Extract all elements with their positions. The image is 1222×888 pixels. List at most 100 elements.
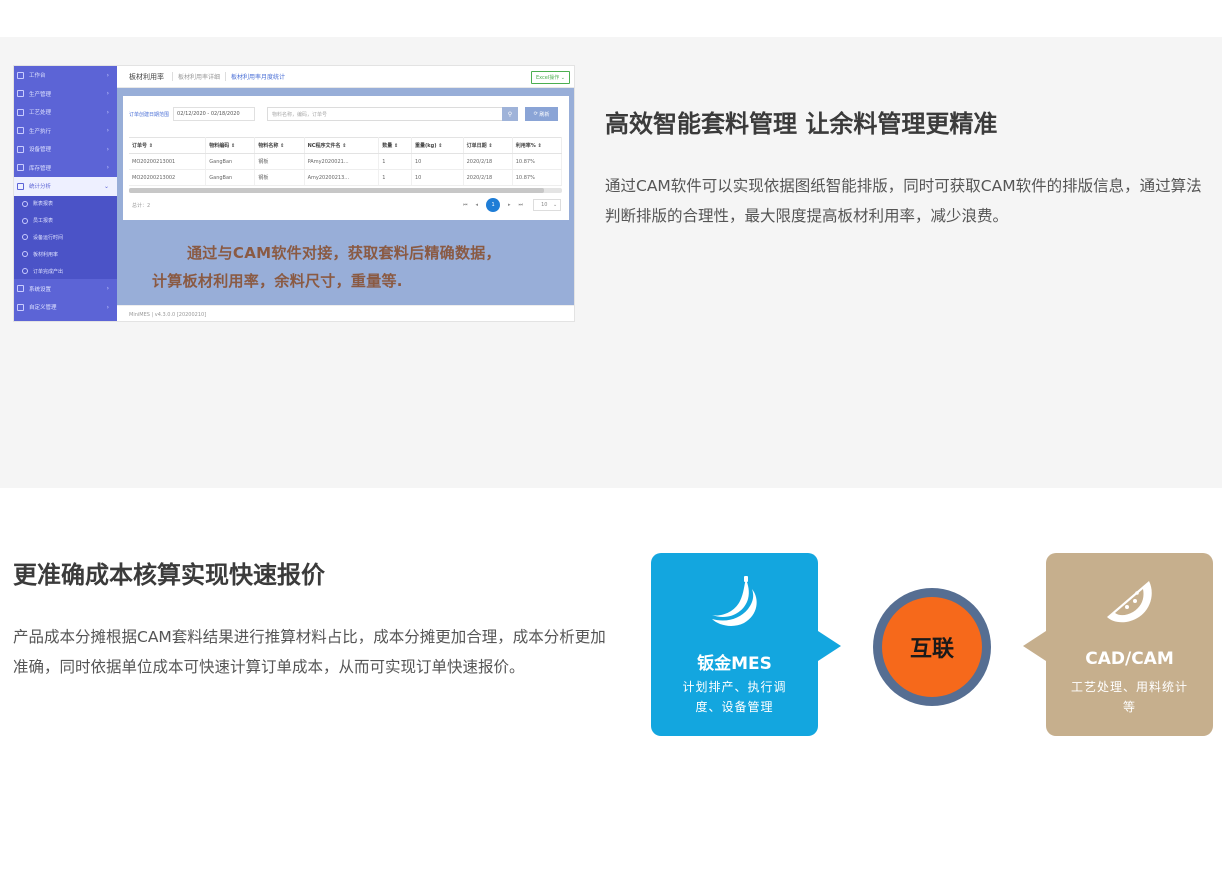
- topbar: 板材利用率 板材利用率详细 板材利用率月度统计 Excel操作 ⌄: [117, 66, 574, 88]
- overlay-caption-line2: 计算板材利用率，余料尺寸，重量等.: [152, 272, 403, 290]
- next-page-icon[interactable]: ▸: [508, 202, 511, 208]
- last-page-icon[interactable]: ⏭: [519, 202, 524, 208]
- table-cell: MO20200213001: [129, 153, 207, 170]
- sidebar-item[interactable]: 自定义管理 ›: [14, 298, 117, 317]
- banana-icon: [704, 575, 764, 631]
- excel-button-label: Excel操作: [535, 75, 560, 81]
- watermelon-icon: [1099, 575, 1159, 631]
- sort-icon[interactable]: ⇕: [229, 143, 235, 149]
- current-page[interactable]: 1: [486, 198, 501, 212]
- column-header[interactable]: 订单日期 ⇕: [463, 137, 513, 154]
- sidebar-item[interactable]: 生产执行 ›: [14, 122, 117, 141]
- cadcam-box-title: CAD/CAM: [1085, 649, 1174, 669]
- chevron-right-icon: ›: [106, 285, 109, 293]
- section1-paragraph: 通过CAM软件可以实现依据图纸智能排版，同时可获取CAM软件的排版信息，通过算法…: [605, 177, 1202, 225]
- sidebar-item[interactable]: 设备运行时间: [14, 229, 117, 246]
- menu-icon: [17, 164, 24, 172]
- search-input[interactable]: 物料名称，编码，订单号: [267, 107, 517, 121]
- menu-icon: [17, 285, 24, 293]
- sidebar-item[interactable]: 设备管理 ›: [14, 140, 117, 159]
- search-icon[interactable]: ⚲: [502, 107, 518, 121]
- cadcam-box-desc: 工艺处理、用料统计等: [1070, 680, 1188, 714]
- table-header-row: 订单号 ⇕ 物料编码 ⇕ 物料名称 ⇕ NC程序文件名 ⇕ 数量 ⇕ 重量(kg) ⇕ 订单…: [129, 137, 563, 154]
- mes-screenshot: 工作台 › 生产管理 › 工艺处理 › 生产执行 › 设备管理 › 库存管理 › 统计分析 ⌄ 账表报表 员工…: [13, 65, 575, 322]
- refresh-button[interactable]: ⟳ 刷新: [525, 107, 558, 121]
- sidebar-item-label: 生产管理: [29, 91, 52, 98]
- table-cell: 10: [411, 153, 464, 170]
- chevron-down-icon: ⌄: [103, 182, 109, 190]
- page-size-value: 10: [541, 202, 548, 208]
- sidebar-item-label: 账表报表: [33, 201, 54, 208]
- sort-icon[interactable]: ⇕: [436, 143, 442, 149]
- column-header[interactable]: 订单号 ⇕: [129, 137, 207, 154]
- column-header[interactable]: 物料编码 ⇕: [205, 137, 256, 154]
- menu-icon: [22, 268, 28, 275]
- section1-title: 高效智能套料管理 让余料管理更精准: [605, 110, 998, 138]
- column-header-label: NC程序文件名: [307, 143, 341, 149]
- sidebar-item[interactable]: 工作台 ›: [14, 66, 117, 85]
- chevron-down-icon: ⌄: [560, 74, 565, 81]
- tab-detail[interactable]: 板材利用率详细: [172, 72, 225, 81]
- menu-icon: [22, 234, 28, 241]
- sidebar-item[interactable]: 工艺处理 ›: [14, 103, 117, 122]
- sidebar-item-label: 订单完成产出: [33, 268, 64, 275]
- column-header[interactable]: 物料名称 ⇕: [254, 137, 305, 154]
- column-header-label: 物料编码: [209, 143, 230, 149]
- table-cell: GangBan: [205, 169, 256, 186]
- sidebar-item[interactable]: 板材利用率: [14, 246, 117, 263]
- sort-icon[interactable]: ⇕: [392, 143, 398, 149]
- table-row[interactable]: MO20200213001 GangBan 钢板 PAmy2020021... 1 10 2…: [129, 153, 563, 170]
- total-count: 总计：2: [132, 203, 151, 209]
- sidebar-item[interactable]: 订单完成产出: [14, 263, 117, 280]
- hub-label: 互联: [882, 597, 982, 697]
- date-filter-label: 订单创建日期范围: [129, 111, 170, 118]
- sidebar-item-label: 工作台: [29, 73, 46, 80]
- sidebar-item[interactable]: 生产管理 ›: [14, 85, 117, 104]
- excel-button[interactable]: Excel操作 ⌄: [530, 71, 570, 84]
- sidebar-item[interactable]: 库存管理 ›: [14, 159, 117, 178]
- horizontal-scrollbar[interactable]: [129, 188, 562, 193]
- table-cell: 10: [411, 169, 464, 186]
- cadcam-box: CAD/CAM 工艺处理、用料统计等: [1046, 553, 1213, 736]
- content-area: 订单创建日期范围 02/12/2020 - 02/18/2020 物料名称，编码…: [117, 88, 574, 305]
- version-footer: MiniMES | v4.3.0.0 [20200210]: [117, 305, 574, 321]
- sort-icon[interactable]: ⇕: [487, 143, 492, 149]
- table-cell: 1: [378, 169, 412, 186]
- menu-icon: [17, 182, 24, 190]
- sidebar-item-label: 工艺处理: [29, 110, 52, 117]
- first-page-icon[interactable]: ⏮: [463, 202, 468, 208]
- tab-monthly[interactable]: 板材利用率月度统计: [225, 72, 290, 81]
- sidebar-item-label: 自定义管理: [29, 305, 57, 312]
- menu-icon: [22, 200, 28, 207]
- column-header[interactable]: 利用率% ⇕: [512, 137, 563, 154]
- section2-title: 更准确成本核算实现快速报价: [13, 561, 325, 589]
- chevron-right-icon: ›: [106, 127, 109, 135]
- page-size-select[interactable]: 10 ⌄: [533, 199, 562, 211]
- sidebar-item[interactable]: 系统设置 ›: [14, 279, 117, 298]
- refresh-icon: ⟳: [533, 111, 538, 117]
- prev-page-icon[interactable]: ◂: [476, 202, 479, 208]
- date-filter: 订单创建日期范围 02/12/2020 - 02/18/2020: [129, 107, 256, 121]
- mes-box-desc: 计划排产、执行调度、设备管理: [682, 680, 787, 714]
- sort-icon[interactable]: ⇕: [147, 143, 153, 149]
- sidebar-submenu: 账表报表员工报表 设备运行时间 板材利用率订单完成产出: [14, 195, 117, 280]
- date-range-input[interactable]: 02/12/2020 - 02/18/2020: [173, 107, 256, 121]
- column-header[interactable]: 重量(kg) ⇕: [411, 137, 464, 154]
- sort-icon[interactable]: ⇕: [278, 143, 284, 149]
- sidebar-item[interactable]: 员工报表: [14, 212, 117, 229]
- section-cost-accounting: [0, 488, 1222, 888]
- menu-icon: [17, 145, 24, 153]
- table-row[interactable]: MO20200213002 GangBan 钢板 Amy20200213... 1 10 2…: [129, 169, 563, 186]
- scrollbar-thumb[interactable]: [129, 188, 544, 193]
- sidebar-item[interactable]: 账表报表: [14, 196, 117, 213]
- table-cell: 钢板: [254, 169, 305, 186]
- column-header[interactable]: NC程序文件名 ⇕: [304, 137, 380, 154]
- table-cell: MO20200213002: [129, 169, 207, 186]
- table-cell: 10.87%: [512, 169, 563, 186]
- sidebar-item[interactable]: 统计分析 ⌄: [14, 177, 117, 196]
- column-header[interactable]: 数量 ⇕: [378, 137, 412, 154]
- sort-icon[interactable]: ⇕: [340, 143, 346, 149]
- sort-icon[interactable]: ⇕: [536, 143, 542, 149]
- table-cell: 2020/2/18: [463, 153, 513, 170]
- menu-icon: [17, 108, 24, 116]
